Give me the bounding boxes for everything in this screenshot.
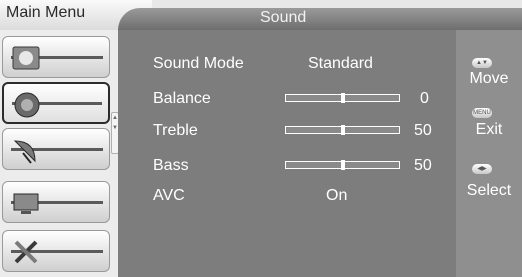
screen-icon <box>13 193 39 214</box>
treble-label: Treble <box>153 122 198 139</box>
main-menu-label: Main Menu <box>6 4 86 21</box>
sound-settings-panel: Sound Mode Standard Balance 0 Treble 50 … <box>118 30 456 277</box>
select-hint-label: Select <box>466 182 512 199</box>
balance-value: 0 <box>420 90 429 107</box>
sound-mode-label: Sound Mode <box>153 55 244 72</box>
avc-label: AVC <box>153 187 185 204</box>
top-bar: Main Menu Sound <box>0 0 522 30</box>
exit-hint-label: Exit <box>475 121 503 138</box>
move-hint-label: Move <box>469 70 509 87</box>
sound-mode-value[interactable]: Standard <box>308 55 373 73</box>
tools-icon <box>14 240 38 264</box>
balance-label: Balance <box>153 90 211 107</box>
picture-icon <box>12 46 40 70</box>
balance-slider-knob[interactable] <box>341 93 345 103</box>
sound-tab: Sound <box>118 8 522 30</box>
menu-sidebar: ▲ ▼ <box>0 30 119 277</box>
bass-slider-knob[interactable] <box>341 160 345 170</box>
menu-key-icon: MENU <box>472 108 492 118</box>
bass-slider[interactable] <box>285 160 400 170</box>
sidebar-item-sound[interactable] <box>2 82 110 124</box>
treble-value: 50 <box>414 122 432 139</box>
treble-slider-knob[interactable] <box>341 125 345 135</box>
satellite-dish-icon <box>13 140 36 164</box>
sidebar-item-channel[interactable] <box>2 128 110 170</box>
bass-label: Bass <box>153 157 189 174</box>
bass-value: 50 <box>414 157 432 174</box>
key-hints-panel: ▲▼ Move MENU Exit ◀▶ Select <box>456 30 522 277</box>
speaker-icon <box>14 92 40 118</box>
sidebar-item-setup[interactable] <box>2 230 110 272</box>
sidebar-item-picture[interactable] <box>2 36 110 78</box>
left-right-key-icon: ◀▶ <box>472 164 492 174</box>
treble-slider[interactable] <box>285 125 400 135</box>
sound-tab-label: Sound <box>260 9 307 26</box>
up-down-key-icon: ▲▼ <box>472 58 492 68</box>
sidebar-item-feature[interactable] <box>2 181 110 223</box>
balance-slider[interactable] <box>285 93 400 103</box>
avc-value[interactable]: On <box>326 187 347 205</box>
